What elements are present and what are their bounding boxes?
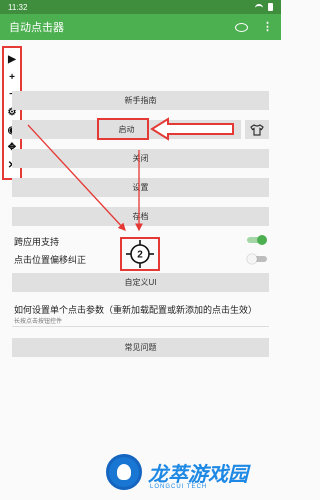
app-bar: 自动点击器 ⋮ [0, 14, 281, 40]
theme-button[interactable] [245, 120, 269, 139]
faq-button[interactable]: 常见问题 [12, 338, 269, 357]
app-title: 自动点击器 [9, 22, 64, 34]
click-target-annotation: 2 [120, 237, 160, 271]
guide-button[interactable]: 新手指南 [12, 91, 269, 110]
system-icons [255, 3, 273, 11]
watermark-logo [106, 454, 142, 490]
settings-button[interactable]: 设置 [12, 178, 269, 197]
status-time: 11:32 [8, 2, 28, 12]
target-number: 2 [137, 250, 143, 261]
play-icon[interactable]: ▶ [8, 54, 16, 65]
comment-icon[interactable] [235, 22, 248, 32]
add-icon[interactable]: + [9, 72, 15, 83]
watermark: 龙萃游戏园 LONGCUI TECH [0, 440, 281, 500]
crosshair-target-icon[interactable]: 2 [125, 239, 155, 269]
watermark-brand: 龙萃游戏园 [148, 464, 248, 486]
offset-toggle[interactable] [247, 254, 267, 264]
howto-title[interactable]: 如何设置单个点击参数（重新加载配置或新添加的点击生效） [14, 303, 257, 316]
more-vert-icon[interactable]: ⋮ [262, 21, 273, 33]
custom-ui-button[interactable]: 自定义UI [12, 273, 269, 292]
status-bar: 11:32 [0, 0, 281, 14]
stop-button[interactable]: 关闭 [12, 149, 269, 168]
howto-subtitle: 长按点击按钮控件 [14, 319, 63, 325]
cross-app-toggle[interactable] [247, 235, 267, 245]
start-highlight-annotation [97, 118, 149, 140]
shirt-icon [250, 123, 264, 136]
wifi-icon [255, 4, 263, 10]
watermark-sub: LONGCUI TECH [150, 484, 208, 490]
save-button[interactable]: 存档 [12, 207, 269, 226]
divider [12, 326, 269, 327]
battery-icon [268, 3, 273, 11]
